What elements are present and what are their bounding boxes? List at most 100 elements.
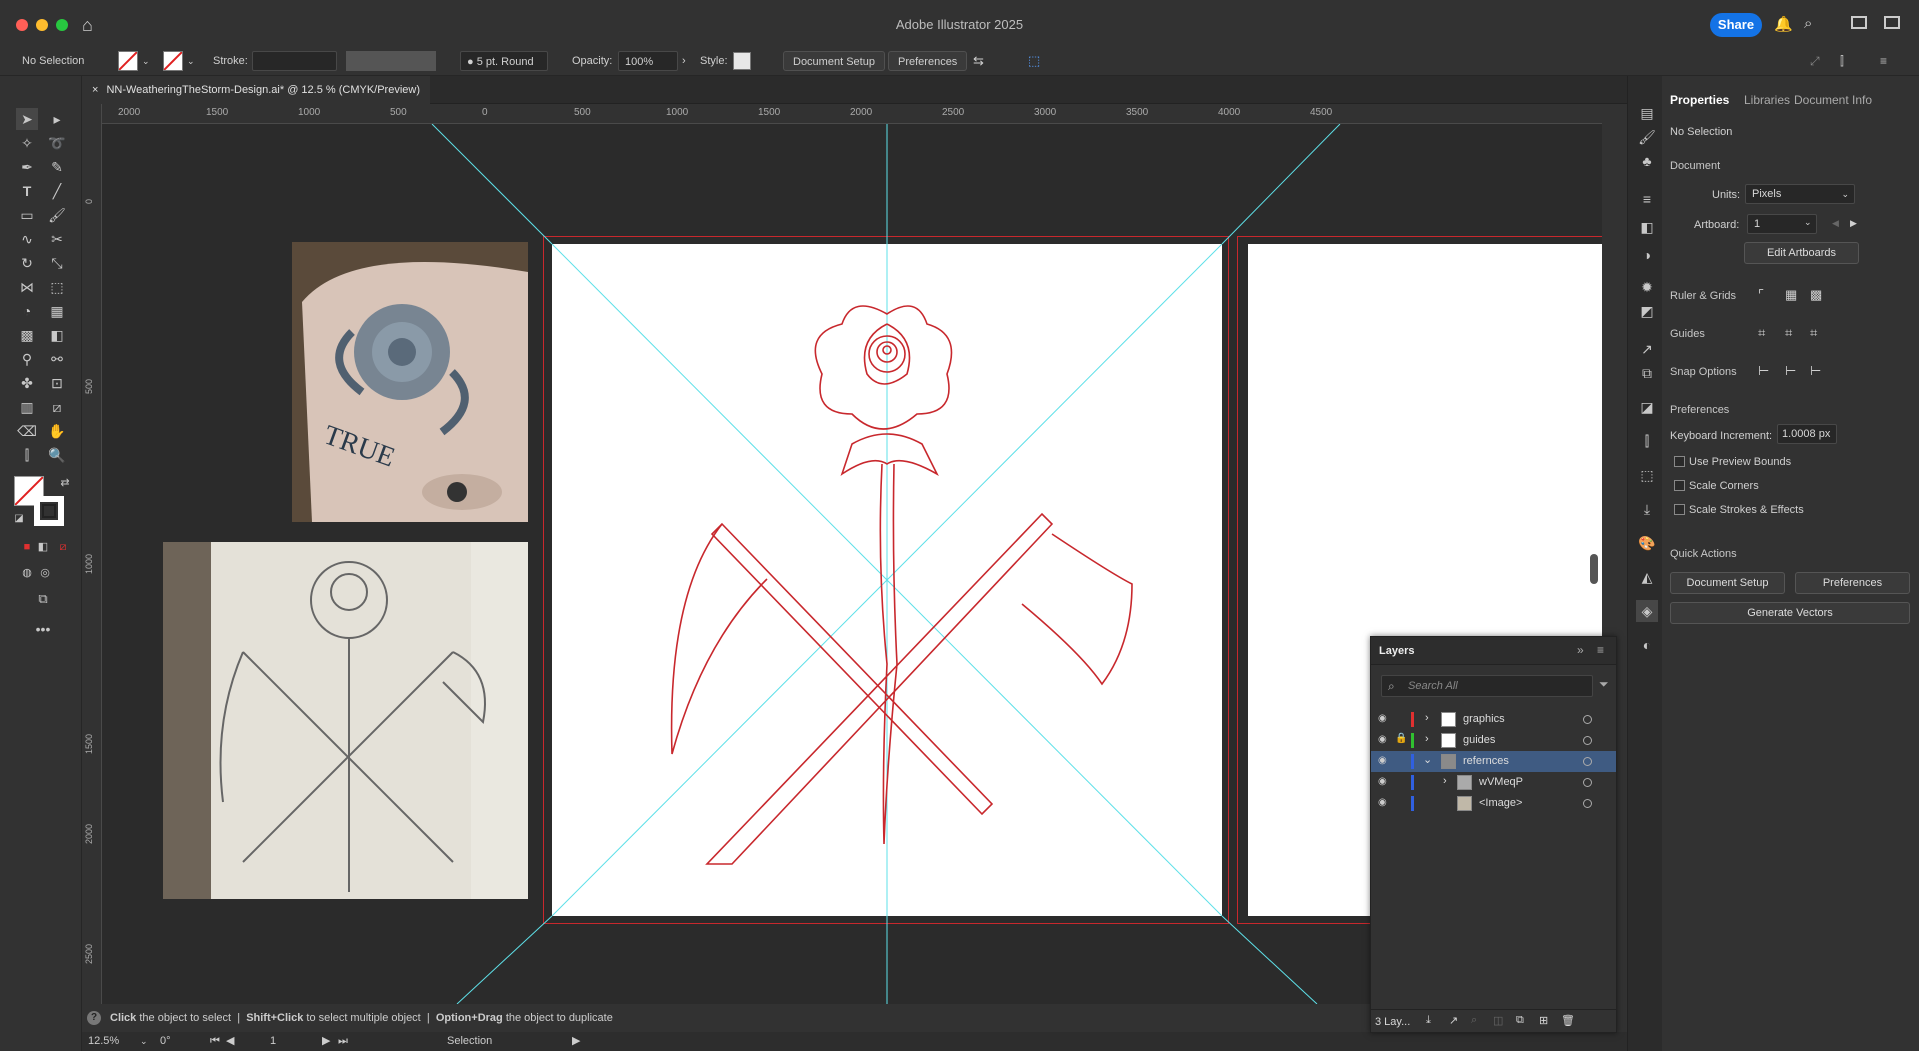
align-panel-icon[interactable]: ⫿	[1636, 430, 1658, 452]
next-artboard-arrow-icon[interactable]: ▶	[1850, 218, 1857, 229]
perspective-grid-tool-icon[interactable]: ▦	[46, 300, 68, 322]
selection-tool-icon[interactable]: ➤	[16, 108, 38, 130]
control-menu-icon[interactable]: ≡	[1880, 51, 1887, 71]
expand-icon[interactable]: ›	[1443, 775, 1447, 787]
isolation-mode-icon[interactable]: ⬚	[1028, 51, 1040, 71]
lasso-tool-icon[interactable]: ➰	[46, 132, 68, 154]
zoom-dropdown-icon[interactable]: ⌄	[140, 1032, 148, 1051]
workspace-switcher-icon[interactable]	[1851, 16, 1867, 29]
keyboard-increment-field[interactable]: 1.0008 px	[1777, 424, 1837, 444]
status-arrow-icon[interactable]: ▶	[572, 1032, 580, 1051]
rotation-value[interactable]: 0°	[160, 1032, 171, 1051]
properties-panel-icon[interactable]: ◐	[1636, 634, 1658, 656]
tab-document-info[interactable]: Document Info	[1794, 93, 1872, 107]
visibility-icon[interactable]: ◉	[1378, 734, 1387, 745]
brush-definition-field[interactable]: ● 5 pt. Round	[460, 51, 548, 71]
stroke-swatch[interactable]	[163, 51, 183, 71]
preferences-button[interactable]: Preferences	[888, 51, 968, 71]
direct-selection-tool-icon[interactable]: ▸	[46, 108, 68, 130]
snap-to-pixel-icon[interactable]: ⊢	[1785, 363, 1796, 379]
locate-object-icon[interactable]: ↗	[1449, 1014, 1458, 1027]
stroke-weight-field[interactable]	[252, 51, 337, 71]
hand-tool-icon[interactable]: ✋	[46, 420, 68, 442]
vertical-ruler[interactable]: 0 500 1000 1500 2000 2500	[82, 104, 102, 1004]
opacity-arrow-icon[interactable]: ›	[682, 51, 686, 71]
artboard-number[interactable]: 1	[270, 1032, 276, 1051]
free-transform-tool-icon[interactable]: ⬚	[46, 276, 68, 298]
layers-panel-icon[interactable]: ◈	[1636, 600, 1658, 622]
column-graph-tool-icon[interactable]: ▥	[16, 396, 38, 418]
horizontal-ruler[interactable]: 2000 1500 1000 500 0 500 1000 1500 2000 2500 3000 3…	[102, 104, 1602, 124]
visibility-icon[interactable]: ◉	[1378, 797, 1387, 808]
target-icon[interactable]	[1583, 799, 1592, 808]
none-mode-icon[interactable]: ⧄	[52, 536, 74, 558]
blend-tool-icon[interactable]: ⚯	[46, 348, 68, 370]
layers-search-input[interactable]: ⌕ Search All	[1381, 675, 1593, 697]
target-icon[interactable]	[1583, 757, 1592, 766]
shaper-tool-icon[interactable]: ∿	[16, 228, 38, 250]
generate-vectors-button[interactable]: Generate Vectors	[1670, 602, 1910, 624]
last-artboard-icon[interactable]: ⏭	[338, 1032, 348, 1051]
visibility-icon[interactable]: ◉	[1378, 755, 1387, 766]
vertical-scrollbar[interactable]	[1590, 554, 1598, 584]
align-icon[interactable]: ⫿	[1840, 51, 1844, 71]
collapse-icon[interactable]: ⌄	[1423, 753, 1432, 766]
target-icon[interactable]	[1583, 715, 1592, 724]
share-button[interactable]: Share	[1710, 13, 1762, 37]
transform-icon[interactable]: ⤢	[1810, 51, 1820, 71]
units-dropdown[interactable]: Pixels ⌄	[1745, 184, 1855, 204]
notifications-icon[interactable]: 🔔	[1774, 15, 1793, 33]
previous-artboard-icon[interactable]: ◀	[226, 1032, 234, 1051]
line-tool-icon[interactable]: ╱	[46, 180, 68, 202]
qa-preferences-button[interactable]: Preferences	[1795, 572, 1910, 594]
curvature-tool-icon[interactable]: ✎	[46, 156, 68, 178]
document-setup-button[interactable]: Document Setup	[783, 51, 885, 71]
scale-corners-checkbox[interactable]	[1674, 480, 1685, 491]
fill-dropdown-icon[interactable]: ⌄	[142, 51, 150, 71]
lock-icon[interactable]: 🔒	[1395, 733, 1407, 744]
rotate-tool-icon[interactable]: ↻	[16, 252, 38, 274]
layer-row-refernces[interactable]: ◉ ⌄ refernces	[1371, 751, 1616, 772]
swatches-panel-icon[interactable]: ▤	[1636, 102, 1658, 124]
stroke-color-icon[interactable]	[34, 496, 64, 526]
sublayer-row-wvmeqp[interactable]: ◉ › wVMeqP	[1371, 772, 1616, 793]
arrange-documents-icon[interactable]: ⇆	[973, 51, 984, 71]
draw-behind-icon[interactable]: ◎	[34, 562, 56, 584]
shape-builder-tool-icon[interactable]: ◔	[16, 300, 38, 322]
align-tool-icon[interactable]: ⫿	[16, 444, 38, 466]
links-panel-icon[interactable]: ◭	[1636, 566, 1658, 588]
gradient-tool-icon[interactable]: ◧	[46, 324, 68, 346]
tab-properties[interactable]: Properties	[1670, 93, 1729, 107]
search-icon[interactable]: ⌕	[1804, 15, 1812, 32]
default-fill-stroke-icon[interactable]: ◪	[8, 508, 30, 530]
transparency-grid-icon[interactable]: ▩	[1810, 287, 1822, 303]
more-tools-icon[interactable]: •••	[32, 618, 54, 640]
gradient-panel-icon[interactable]: ◧	[1636, 216, 1658, 238]
expand-icon[interactable]: ›	[1425, 733, 1429, 745]
type-tool-icon[interactable]: T	[16, 180, 38, 202]
transparency-panel-icon[interactable]: ◑	[1636, 244, 1658, 266]
transform-panel-icon[interactable]: ⬚	[1636, 464, 1658, 486]
width-tool-icon[interactable]: ⋈	[16, 276, 38, 298]
symbol-sprayer-tool-icon[interactable]: ✤	[16, 372, 38, 394]
panel-toggle-icon[interactable]	[1884, 16, 1900, 29]
delete-layer-icon[interactable]: 🗑	[1561, 1014, 1575, 1027]
sublayer-row-image[interactable]: ◉ <Image>	[1371, 793, 1616, 814]
stroke-panel-icon[interactable]: ≡	[1636, 188, 1658, 210]
close-tab-icon[interactable]: ×	[92, 84, 98, 96]
stroke-dropdown-icon[interactable]: ⌄	[187, 51, 195, 71]
magic-wand-tool-icon[interactable]: ✧	[16, 132, 38, 154]
target-icon[interactable]	[1583, 778, 1592, 787]
lock-guides-icon[interactable]: ⌗	[1785, 325, 1792, 341]
make-clipping-mask-icon[interactable]: ◫	[1493, 1014, 1503, 1027]
mesh-tool-icon[interactable]: ▩	[16, 324, 38, 346]
layer-row-guides[interactable]: ◉ 🔒 › guides	[1371, 730, 1616, 751]
pathfinder-panel-icon[interactable]: ◪	[1636, 396, 1658, 418]
layer-row-graphics[interactable]: ◉ › graphics	[1371, 709, 1616, 730]
symbols-panel-icon[interactable]: ♣	[1636, 150, 1658, 172]
scale-strokes-checkbox[interactable]	[1674, 504, 1685, 515]
expand-icon[interactable]: ›	[1425, 712, 1429, 724]
visibility-icon[interactable]: ◉	[1378, 713, 1387, 724]
brushes-panel-icon[interactable]: 🖌	[1636, 126, 1658, 148]
slice-tool-icon[interactable]: ⧄	[46, 396, 68, 418]
